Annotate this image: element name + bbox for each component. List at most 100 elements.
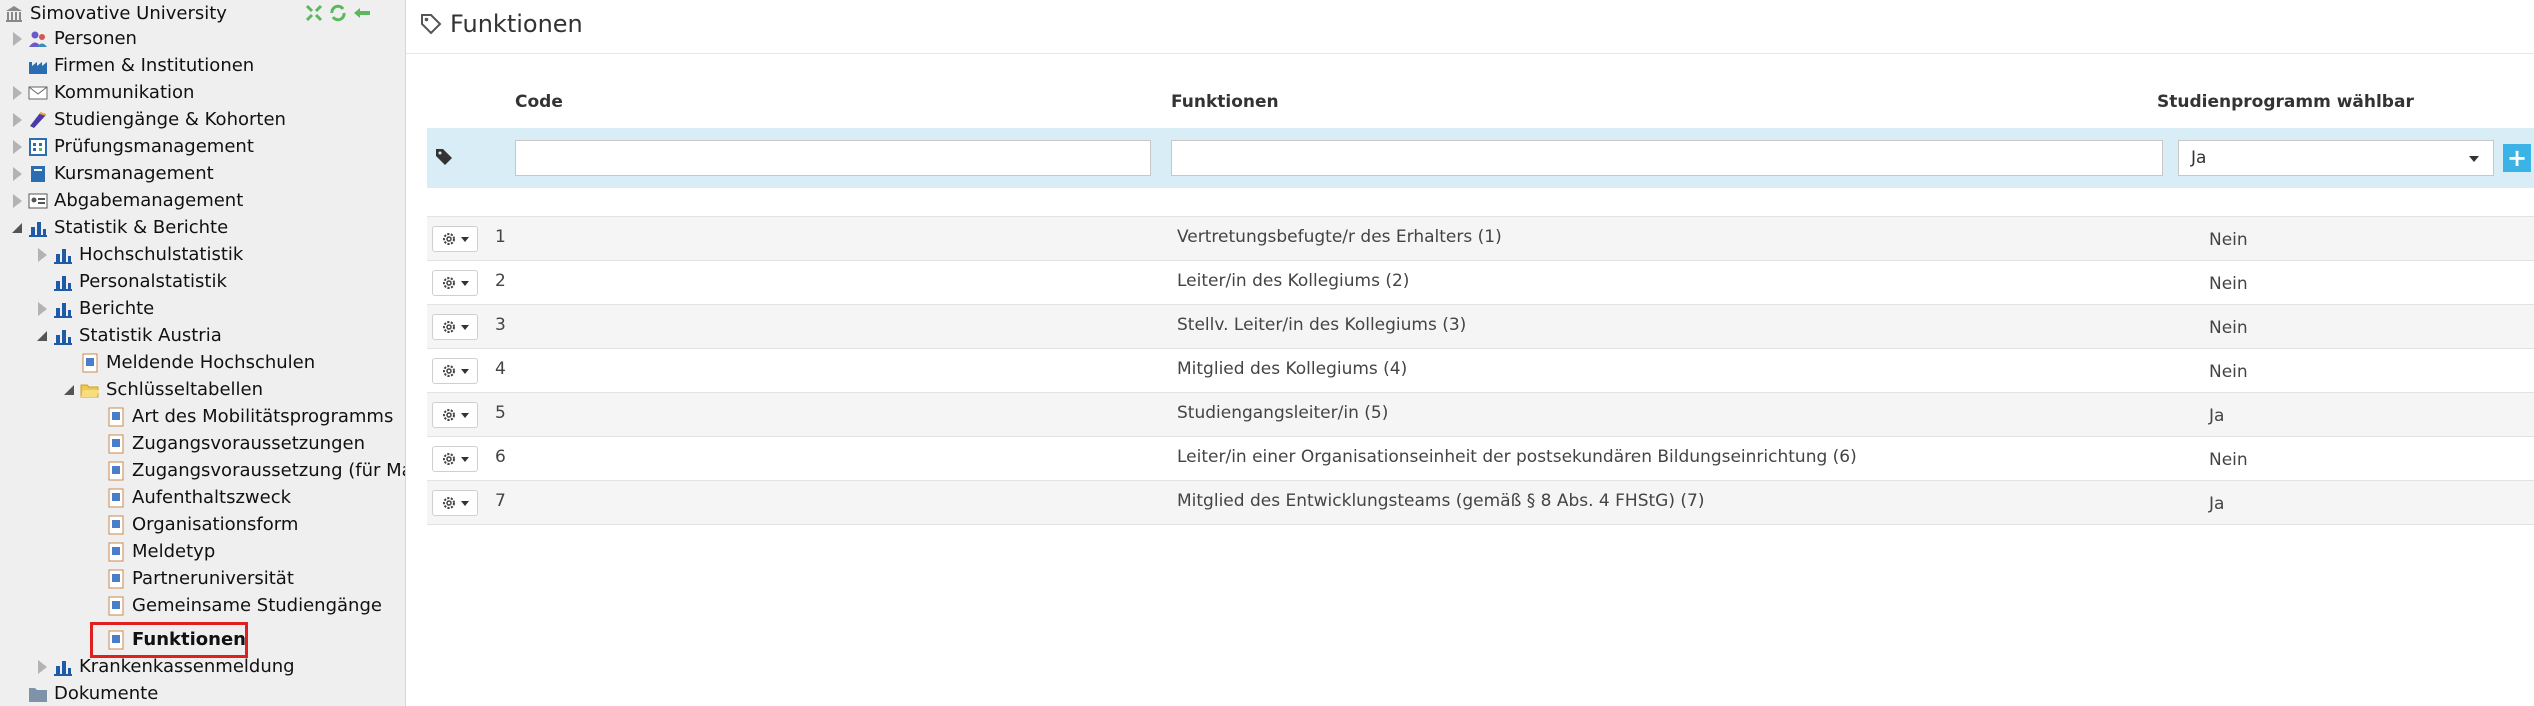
- collapse-icon[interactable]: [35, 326, 49, 346]
- filter-row: Ja +: [427, 128, 2534, 188]
- caret-down-icon: [461, 412, 469, 418]
- row-actions-button[interactable]: [432, 358, 478, 384]
- cell-code: 1: [495, 227, 506, 247]
- sidebar-item-label: Partneruniversität: [132, 568, 294, 589]
- sidebar-item-statistik-austria[interactable]: Statistik Austria: [35, 322, 222, 349]
- expand-icon[interactable]: [10, 110, 24, 130]
- tree-root[interactable]: Simovative University: [4, 0, 227, 27]
- sidebar-item-label: Art des Mobilitätsprogramms: [132, 406, 394, 427]
- table-row[interactable]: 7 Mitglied des Entwicklungsteams (gemäß …: [427, 481, 2534, 525]
- table-row[interactable]: 2 Leiter/in des Kollegiums (2) Nein: [427, 261, 2534, 305]
- graduation-icon: [28, 110, 48, 130]
- tree-root-label: Simovative University: [30, 3, 227, 24]
- sidebar-item-label: Dokumente: [54, 683, 159, 704]
- studienprogramm-filter-select[interactable]: Ja: [2178, 140, 2494, 176]
- row-actions-button[interactable]: [432, 314, 478, 340]
- persons-icon: [28, 29, 48, 49]
- row-actions-button[interactable]: [432, 270, 478, 296]
- table-row[interactable]: 5 Studiengangsleiter/in (5) Ja: [427, 393, 2534, 437]
- sidebar-item-schluesseltabellen[interactable]: Schlüsseltabellen: [62, 376, 263, 403]
- expand-icon[interactable]: [10, 137, 24, 157]
- sidebar-item-kommunikation[interactable]: Kommunikation: [10, 79, 194, 106]
- cell-code: 4: [495, 359, 506, 379]
- cell-studienprogramm: Nein: [2209, 274, 2248, 294]
- cell-funktion: Mitglied des Kollegiums (4): [1177, 359, 1408, 379]
- sidebar-item-abgabemanagement[interactable]: Abgabemanagement: [10, 187, 243, 214]
- document-icon: [80, 353, 100, 373]
- sidebar-item-aufenthaltszweck[interactable]: Aufenthaltszweck: [88, 484, 291, 511]
- refresh-icon[interactable]: [328, 3, 348, 23]
- sidebar-item-krankenkassenmeldung[interactable]: Krankenkassenmeldung: [35, 653, 295, 680]
- sidebar-item-personen[interactable]: Personen: [10, 25, 137, 52]
- sidebar-item-label: Abgabemanagement: [54, 190, 244, 211]
- sidebar-item-organisationsform[interactable]: Organisationsform: [88, 511, 298, 538]
- document-icon: [106, 542, 126, 562]
- sidebar-item-personalstatistik[interactable]: Personalstatistik: [35, 268, 227, 295]
- sidebar-item-partneruniversitaet[interactable]: Partneruniversität: [88, 565, 294, 592]
- expand-icon[interactable]: [10, 164, 24, 184]
- sidebar-item-meldende-hochschulen[interactable]: Meldende Hochschulen: [62, 349, 315, 376]
- data-grid: 1 Vertretungsbefugte/r des Erhalters (1)…: [427, 216, 2534, 525]
- sidebar-item-hochschulstatistik[interactable]: Hochschulstatistik: [35, 241, 243, 268]
- cell-studienprogramm: Ja: [2209, 494, 2225, 514]
- table-row[interactable]: 1 Vertretungsbefugte/r des Erhalters (1)…: [427, 217, 2534, 261]
- cell-funktion: Stellv. Leiter/in des Kollegiums (3): [1177, 315, 1467, 335]
- gear-icon: [441, 363, 457, 379]
- sidebar-item-pruefungsmanagement[interactable]: Prüfungsmanagement: [10, 133, 254, 160]
- page-header: Funktionen: [420, 10, 583, 38]
- sidebar-item-meldetyp[interactable]: Meldetyp: [88, 538, 215, 565]
- bar-chart-icon: [53, 272, 73, 292]
- sidebar-item-studiengaenge[interactable]: Studiengänge & Kohorten: [10, 106, 286, 133]
- bar-chart-icon: [53, 657, 73, 677]
- column-header-funktionen[interactable]: Funktionen: [1171, 92, 1279, 112]
- sidebar-item-label: Statistik Austria: [79, 325, 222, 346]
- collapse-all-icon[interactable]: [304, 3, 324, 23]
- sidebar-item-zugangsvoraussetzung-master[interactable]: Zugangsvoraussetzung (für Maste: [88, 457, 405, 484]
- table-row[interactable]: 6 Leiter/in einer Organisationseinheit d…: [427, 437, 2534, 481]
- sidebar-item-statistik-berichte[interactable]: Statistik & Berichte: [10, 214, 228, 241]
- table-row[interactable]: 3 Stellv. Leiter/in des Kollegiums (3) N…: [427, 305, 2534, 349]
- document-icon: [106, 569, 126, 589]
- column-header-code[interactable]: Code: [515, 92, 563, 112]
- sidebar-item-label: Krankenkassenmeldung: [79, 656, 295, 677]
- sidebar-item-kursmanagement[interactable]: Kursmanagement: [10, 160, 214, 187]
- caret-down-icon: [461, 280, 469, 286]
- gear-icon: [441, 495, 457, 511]
- expand-icon[interactable]: [10, 29, 24, 49]
- expand-icon[interactable]: [35, 657, 49, 677]
- expand-icon[interactable]: [35, 299, 49, 319]
- gear-icon: [441, 275, 457, 291]
- sidebar-item-zugangsvoraussetzungen[interactable]: Zugangsvoraussetzungen: [88, 430, 365, 457]
- id-card-icon: [28, 191, 48, 211]
- sidebar-item-berichte[interactable]: Berichte: [35, 295, 154, 322]
- collapse-icon[interactable]: [10, 218, 24, 238]
- expand-icon[interactable]: [10, 83, 24, 103]
- header-divider: [406, 53, 2534, 54]
- collapse-icon[interactable]: [62, 380, 76, 400]
- sidebar-item-label: Berichte: [79, 298, 155, 319]
- row-actions-button[interactable]: [432, 446, 478, 472]
- document-icon: [106, 434, 126, 454]
- sidebar-item-art-des-mobilitaetsprogramms[interactable]: Art des Mobilitätsprogramms: [88, 403, 393, 430]
- row-actions-button[interactable]: [432, 490, 478, 516]
- table-row[interactable]: 4 Mitglied des Kollegiums (4) Nein: [427, 349, 2534, 393]
- arrow-left-icon[interactable]: [352, 3, 372, 23]
- sidebar-item-gemeinsame-studiengaenge[interactable]: Gemeinsame Studiengänge: [88, 592, 382, 619]
- code-filter-input[interactable]: [515, 140, 1151, 176]
- cell-studienprogramm: Nein: [2209, 318, 2248, 338]
- sidebar-item-firmen[interactable]: Firmen & Institutionen: [10, 52, 254, 79]
- caret-down-icon: [461, 368, 469, 374]
- row-actions-button[interactable]: [432, 402, 478, 428]
- funktionen-filter-input[interactable]: [1171, 140, 2163, 176]
- sidebar-item-dokumente[interactable]: Dokumente: [10, 680, 158, 706]
- column-header-studienprogramm[interactable]: Studienprogramm wählbar: [2157, 92, 2414, 112]
- cell-funktion: Leiter/in des Kollegiums (2): [1177, 271, 1410, 291]
- expand-icon[interactable]: [35, 245, 49, 265]
- cell-studienprogramm: Ja: [2209, 406, 2225, 426]
- cell-studienprogramm: Nein: [2209, 362, 2248, 382]
- add-button[interactable]: +: [2503, 144, 2531, 172]
- expand-icon[interactable]: [10, 191, 24, 211]
- cell-code: 7: [495, 491, 506, 511]
- bar-chart-icon: [53, 299, 73, 319]
- row-actions-button[interactable]: [432, 226, 478, 252]
